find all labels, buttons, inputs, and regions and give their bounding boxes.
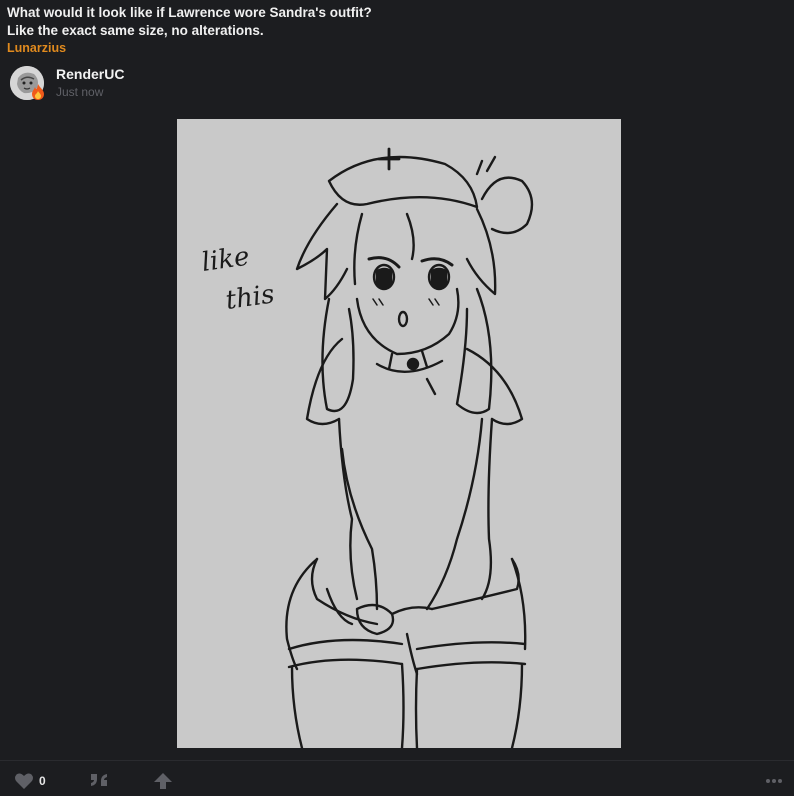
caption-like: like <box>200 242 251 278</box>
divider <box>0 760 794 761</box>
avatar[interactable] <box>10 66 44 100</box>
heart-icon[interactable] <box>14 772 34 790</box>
share-icon[interactable] <box>152 771 174 791</box>
post: What would it look like if Lawrence wore… <box>0 0 794 796</box>
like-count: 0 <box>39 774 46 788</box>
flame-icon <box>32 84 44 100</box>
post-actions: 0 <box>0 766 794 796</box>
quote-icon[interactable] <box>89 771 111 791</box>
more-icon[interactable] <box>765 778 783 784</box>
caption-this: this <box>224 279 277 316</box>
nurse-sketch-image: like this <box>200 147 534 748</box>
timestamp: Just now <box>56 85 104 99</box>
quoted-message: What would it look like if Lawrence wore… <box>7 4 372 40</box>
post-image[interactable]: like this <box>177 119 621 748</box>
quote-line-2: Like the exact same size, no alterations… <box>7 23 264 38</box>
quote-author-link[interactable]: Lunarzius <box>7 41 66 55</box>
quote-line-1: What would it look like if Lawrence wore… <box>7 5 372 20</box>
username[interactable]: RenderUC <box>56 66 124 82</box>
